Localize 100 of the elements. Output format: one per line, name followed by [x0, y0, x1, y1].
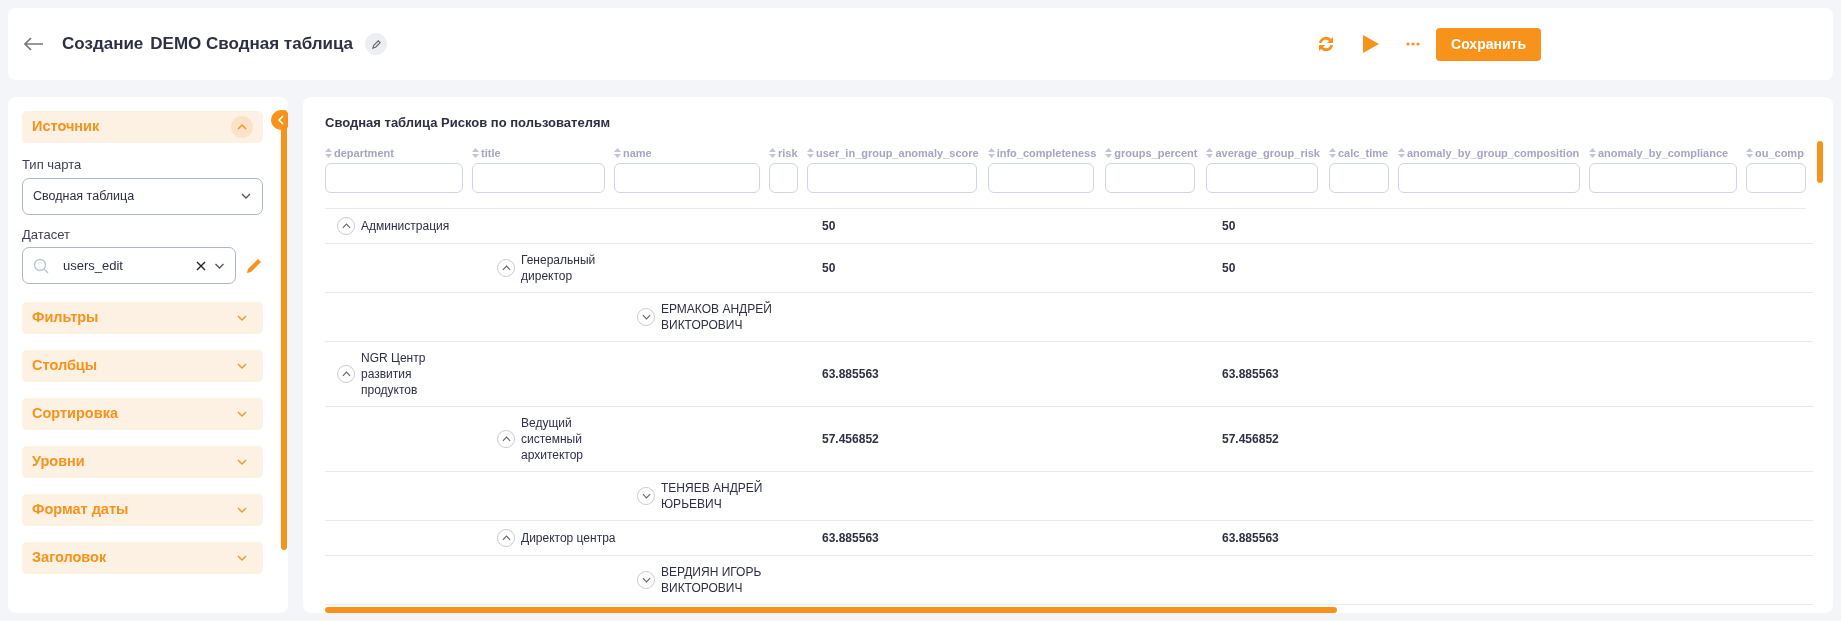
filter-field[interactable]: [325, 163, 463, 193]
report-title: Сводная таблица Рисков по пользователям: [325, 114, 612, 132]
filter-field[interactable]: [1588, 163, 1737, 193]
chevron-icon: [237, 123, 247, 131]
back-button[interactable]: [24, 37, 44, 51]
chevron-icon: [237, 314, 247, 322]
section-header[interactable]: Формат даты: [22, 494, 263, 526]
column-header[interactable]: anomaly_by_group_composition: [1397, 144, 1580, 161]
chevron-icon: [237, 458, 247, 466]
sort-icon[interactable]: [1206, 147, 1214, 158]
chevron-icon: [641, 492, 651, 500]
sort-icon[interactable]: [1588, 147, 1596, 158]
tree-label: Директор центра: [521, 530, 617, 546]
chevron-icon: [237, 362, 247, 370]
field-label: Датасет: [22, 225, 72, 244]
column-header[interactable]: calc_time: [1328, 144, 1389, 161]
tree-label: Ведущий системный архитектор: [521, 415, 585, 463]
tree-label: ЕРМАКОВ АНДРЕЙ ВИКТОРОВИЧ: [661, 301, 773, 333]
column-header[interactable]: groups_percent: [1105, 144, 1198, 161]
column-header[interactable]: ou_comp: [1745, 144, 1806, 161]
chevron-icon: [641, 313, 651, 321]
tree-label: NGR Центр развития продуктов: [361, 350, 427, 398]
sort-icon[interactable]: [1397, 147, 1405, 158]
collapse-panel-button[interactable]: [271, 110, 288, 130]
sort-icon[interactable]: [472, 147, 479, 158]
scrollbar[interactable]: [1817, 141, 1823, 183]
pencil-icon[interactable]: [246, 257, 263, 274]
chevron-icon: [641, 576, 651, 584]
expand-toggle[interactable]: [337, 217, 355, 235]
chevron-icon: [501, 435, 511, 443]
filter-field[interactable]: [614, 163, 760, 193]
table-cell-text: 50: [821, 218, 837, 235]
chevron-icon: [277, 115, 285, 125]
table-cell-text: 50: [821, 260, 837, 277]
expand-toggle[interactable]: [497, 430, 515, 448]
filter-field[interactable]: [1105, 163, 1196, 193]
table-cell-text: 50: [1221, 260, 1237, 277]
chevron-icon: [501, 264, 511, 272]
column-header[interactable]: anomaly_by_compliance: [1588, 144, 1737, 161]
column-header[interactable]: info_completeness: [987, 144, 1097, 161]
tree-label: Администрация: [361, 218, 451, 234]
sort-icon[interactable]: [1328, 147, 1336, 158]
play-button[interactable]: [1362, 34, 1381, 54]
tree-label: Генеральный директор: [521, 252, 597, 284]
filter-field[interactable]: [1745, 163, 1806, 193]
table-cell-text: 63.885563: [1221, 366, 1280, 383]
filter-field[interactable]: [987, 163, 1094, 193]
table-cell-text: 57.456852: [821, 431, 880, 448]
table-cell-text: 63.885563: [1221, 530, 1280, 547]
chevron-icon: [341, 222, 351, 230]
filter-field[interactable]: [1328, 163, 1389, 193]
table-cell-text: 63.885563: [821, 366, 880, 383]
page-title: DEMO Сводная таблица: [150, 33, 354, 56]
section-header[interactable]: Столбцы: [22, 350, 263, 382]
column-header[interactable]: average_group_risk: [1206, 144, 1320, 161]
table-cell-text: 57.456852: [1221, 431, 1280, 448]
table-cell-text: 63.885563: [821, 530, 880, 547]
scrollbar[interactable]: [325, 607, 1337, 613]
section-header[interactable]: Заголовок: [22, 542, 263, 574]
expand-toggle[interactable]: [497, 259, 515, 277]
edit-title-button[interactable]: [365, 33, 388, 55]
column-header[interactable]: user_in_group_anomaly_score: [807, 144, 979, 161]
section-header[interactable]: Источник: [22, 111, 263, 143]
chevron-icon: [341, 370, 351, 378]
sort-icon[interactable]: [987, 147, 995, 158]
chevron-icon: [240, 192, 252, 200]
chevron-icon: [237, 554, 247, 562]
chart-type-select[interactable]: Сводная таблица: [22, 177, 263, 215]
sort-icon[interactable]: [614, 147, 621, 158]
field-label: Тип чарта: [22, 156, 83, 174]
more-button[interactable]: [1406, 42, 1421, 46]
save-button[interactable]: Сохранить: [1436, 27, 1541, 61]
sort-icon[interactable]: [1745, 147, 1753, 158]
table-cell-text: 50: [1221, 218, 1237, 235]
filter-field[interactable]: [472, 163, 605, 193]
expand-toggle[interactable]: [637, 571, 655, 589]
column-header[interactable]: department: [325, 144, 463, 161]
column-header[interactable]: name: [614, 144, 760, 161]
expand-toggle[interactable]: [637, 487, 655, 505]
chevron-icon: [501, 534, 511, 542]
sort-icon[interactable]: [1105, 147, 1113, 158]
expand-toggle[interactable]: [637, 308, 655, 326]
tree-label: ВЕРДИЯН ИГОРЬ ВИКТОРОВИЧ: [661, 564, 763, 596]
expand-toggle[interactable]: [497, 529, 515, 547]
section-header[interactable]: Фильтры: [22, 302, 263, 334]
sort-icon[interactable]: [807, 147, 814, 158]
filter-field[interactable]: [807, 163, 977, 193]
sort-icon[interactable]: [769, 147, 776, 158]
sort-icon[interactable]: [325, 147, 332, 158]
filter-field[interactable]: [1206, 163, 1319, 193]
column-header[interactable]: title: [472, 144, 605, 161]
column-header[interactable]: risk: [769, 144, 798, 161]
dataset-select[interactable]: users_edit: [22, 247, 236, 284]
search-icon: [33, 257, 49, 274]
expand-toggle[interactable]: [337, 365, 355, 383]
section-header[interactable]: Уровни: [22, 446, 263, 478]
filter-field[interactable]: [1397, 163, 1580, 193]
filter-field[interactable]: [769, 163, 798, 193]
clear-icon[interactable]: [196, 260, 206, 271]
section-header[interactable]: Сортировка: [22, 398, 263, 430]
